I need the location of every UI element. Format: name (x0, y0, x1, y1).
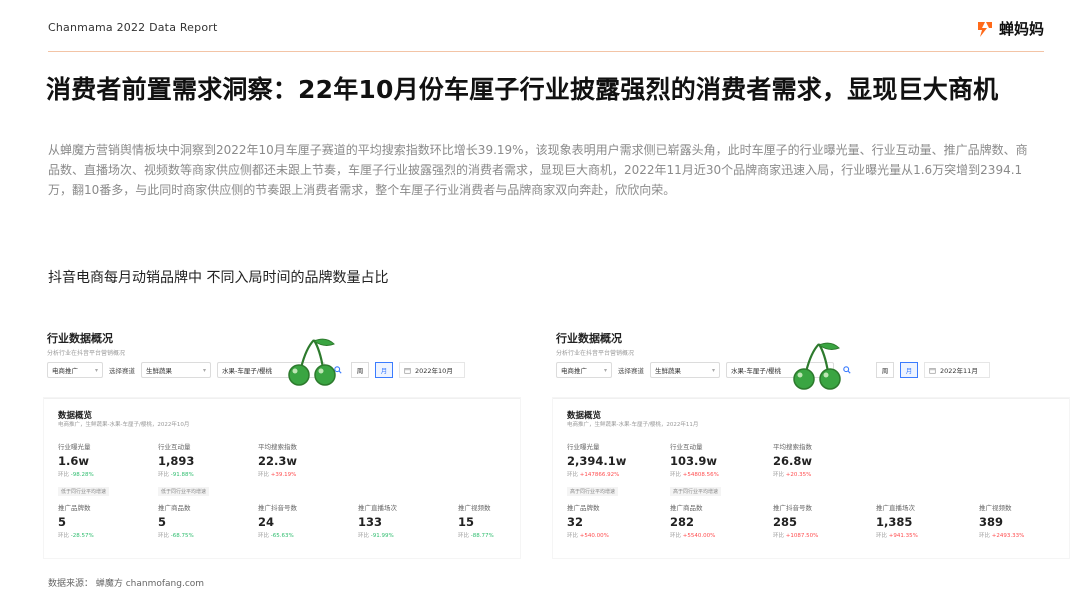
panel-title: 行业数据概况 (47, 332, 113, 345)
panel-subtitle: 分析行业在抖音平台营销概况 (556, 350, 635, 357)
week-button[interactable]: 周 (876, 362, 894, 378)
report-header: Chanmama 2022 Data Report 蝉妈妈 (48, 18, 1044, 52)
trend-tag: 高于同行业平均增速 (567, 487, 619, 496)
report-name: Chanmama 2022 Data Report (48, 21, 218, 34)
insight-paragraph: 从蝉魔方营销舆情板块中洞察到2022年10月车厘子赛道的平均搜索指数环比增长39… (48, 143, 1028, 197)
metric-accounts: 推广抖音号数 24 环比 -65.63% (258, 504, 297, 539)
card-subtitle: 电商推广，生鲜蔬果-水果-车厘子/樱桃，2022年11月 (567, 422, 699, 428)
track-select[interactable]: 生鲜蔬果 ▾ (650, 362, 720, 378)
metric-brands: 推广品牌数 32 环比 +540.00% (567, 504, 609, 539)
metric-search-index: 平均搜索指数 22.3w 环比 +39.19% (258, 443, 297, 478)
chevron-down-icon: ▾ (202, 366, 206, 374)
metric-search-index: 平均搜索指数 26.8w 环比 +20.35% (773, 443, 812, 478)
metric-interaction: 行业互动量 1,893 环比 -91.88% 低于同行业平均增速 (158, 441, 210, 497)
month-picker[interactable]: 2022年10月 (399, 362, 465, 378)
filter-bar: 电商推广▾ 选择赛道 生鲜蔬果▾ 水果-车厘子/樱桃▾ 周 月 2022年10月 (47, 361, 465, 379)
brand: 蝉妈妈 (975, 18, 1044, 39)
data-overview-card: 数据概览 电商推广，生鲜蔬果-水果-车厘子/樱桃，2022年10月 行业曝光量 … (44, 398, 520, 558)
trend-tag: 低于同行业平均增速 (58, 487, 110, 496)
month-picker[interactable]: 2022年11月 (924, 362, 990, 378)
week-button[interactable]: 周 (351, 362, 369, 378)
metric-exposure: 行业曝光量 2,394.1w 环比 +147866.92% 高于同行业平均增速 (567, 443, 627, 496)
metric-interaction: 行业互动量 103.9w 环比 +54808.56% 高于同行业平均增速 (670, 441, 722, 497)
industry-panel-october: 行业数据概况 分析行业在抖音平台营销概况 电商推广 ▾ 选择赛道 生鲜蔬果 ▾ 水果… (44, 318, 520, 558)
metric-products: 推广商品数 282 环比 +5540.00% (670, 504, 716, 539)
metric-videos: 推广视频数 15 环比 -88.77% (458, 504, 494, 539)
filter-bar: 电商推广▾ 选择赛道 生鲜蔬果▾ 水果-车厘子/樱桃▾ 周 月 2022年11月 (556, 361, 990, 379)
trend-tag: 低于同行业平均增速 (158, 487, 210, 496)
month-button[interactable]: 月 (900, 362, 918, 378)
industry-panel-november: 行业数据概况 分析行业在抖音平台营销概况 电商推广 ▾ 选择赛道 生鲜蔬果 ▾ 水果… (553, 318, 1069, 558)
track-label: 选择赛道 (109, 367, 135, 375)
metric-live-sessions: 推广直播场次 1,385 环比 +941.35% (876, 504, 918, 539)
chevron-down-icon: ▾ (94, 366, 98, 374)
data-source: 数据来源： 蝉魔方 chanmofang.com (48, 579, 205, 589)
cherry-icon (793, 342, 841, 390)
metric-videos: 推广视频数 389 环比 +2493.33% (979, 504, 1025, 539)
brand-name: 蝉妈妈 (998, 20, 1044, 38)
metric-live-sessions: 推广直播场次 133 环比 -91.99% (358, 504, 397, 539)
cicada-logo-icon (977, 21, 992, 37)
section-subtitle: 抖音电商每月动销品牌中 不同入局时间的品牌数量占比 (48, 270, 389, 286)
month-button[interactable]: 月 (375, 362, 393, 378)
page-title: 消费者前置需求洞察：22年10月份车厘子行业披露强烈的消费者需求，显现巨大商机 (46, 75, 999, 104)
cherry-icon (288, 338, 336, 386)
metric-exposure: 行业曝光量 1.6w 环比 -98.28% 低于同行业平均增速 (58, 441, 110, 497)
card-subtitle: 电商推广，生鲜蔬果-水果-车厘子/樱桃，2022年10月 (58, 422, 190, 428)
metric-products: 推广商品数 5 环比 -68.75% (158, 504, 194, 539)
panel-title: 行业数据概况 (556, 332, 622, 345)
trend-tag: 高于同行业平均增速 (670, 487, 722, 496)
panel-subtitle: 分析行业在抖音平台营销概况 (47, 350, 126, 357)
data-overview-card: 数据概览 电商推广，生鲜蔬果-水果-车厘子/樱桃，2022年11月 行业曝光量 … (553, 398, 1069, 558)
calendar-icon (404, 367, 411, 374)
channel-select[interactable]: 电商推广 ▾ (556, 362, 612, 378)
chevron-down-icon: ▾ (603, 366, 607, 374)
calendar-icon (929, 367, 936, 374)
track-label: 选择赛道 (618, 367, 644, 375)
track-select[interactable]: 生鲜蔬果 ▾ (141, 362, 211, 378)
chevron-down-icon: ▾ (711, 366, 715, 374)
channel-select[interactable]: 电商推广 ▾ (47, 362, 103, 378)
metric-accounts: 推广抖音号数 285 环比 +1087.50% (773, 504, 819, 539)
metric-brands: 推广品牌数 5 环比 -28.57% (58, 504, 94, 539)
